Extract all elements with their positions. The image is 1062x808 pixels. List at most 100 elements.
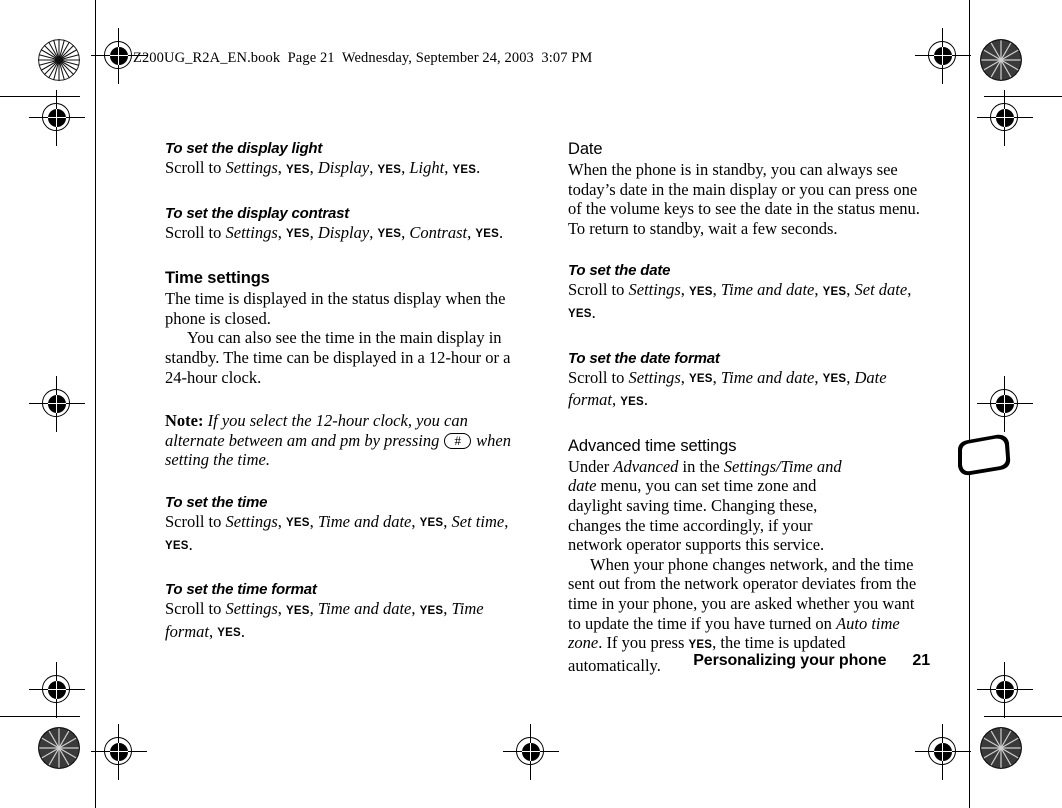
key-yes: YES <box>286 604 310 617</box>
registration-cross-upper-left-margin <box>29 90 85 146</box>
heading-to-set-display-contrast: To set the display contrast <box>165 204 350 222</box>
book-file-header: Z200UG_R2A_EN.book Page 21 Wednesday, Se… <box>133 50 593 66</box>
key-yes: YES <box>688 638 713 651</box>
two-column-body: To set the display light Scroll to Setti… <box>165 140 930 675</box>
heading-to-set-the-date-format: To set the date format <box>568 349 720 367</box>
key-yes: YES <box>475 228 499 241</box>
text-if-you-press: . If you press <box>598 633 689 653</box>
sep: , <box>680 367 689 387</box>
sep: , <box>712 280 721 300</box>
registration-cross-lower-right-margin <box>977 662 1033 718</box>
note-text-before-key: If you select the 12-hour clock, you can… <box>165 411 468 450</box>
menu-settings: Settings <box>225 222 278 242</box>
sep: , <box>411 599 420 619</box>
text-under: Under <box>568 456 614 476</box>
menu-advanced: Advanced <box>613 456 679 476</box>
scroll-label: Scroll to <box>165 599 226 619</box>
registration-star-top-right <box>980 39 1022 81</box>
key-yes: YES <box>568 308 592 321</box>
menu-set-time: Set time <box>451 511 505 531</box>
sep: , <box>504 511 509 531</box>
period: . <box>240 621 246 641</box>
starburst-icon <box>38 39 80 81</box>
sep: , <box>309 222 318 242</box>
menu-time-and-date: Time and date <box>720 367 815 387</box>
sep: , <box>277 222 286 242</box>
heading-to-set-the-date: To set the date <box>568 262 671 280</box>
sep: , <box>814 367 823 387</box>
key-yes: YES <box>419 517 444 530</box>
key-yes: YES <box>377 228 402 241</box>
paragraph-advanced-1: Under Advanced in the Settings/Time and … <box>568 457 868 555</box>
registration-star-bottom-left <box>38 727 80 769</box>
menu-light: Light <box>409 158 445 177</box>
sep: , <box>411 511 420 531</box>
scroll-label: Scroll to <box>165 222 226 242</box>
right-column: Date When the phone is in standby, you c… <box>568 140 930 675</box>
text-in-the: in the <box>678 456 724 476</box>
key-yes: YES <box>689 373 713 386</box>
key-yes: YES <box>286 517 310 530</box>
period: . <box>499 222 504 242</box>
period: . <box>476 158 481 177</box>
key-yes: YES <box>620 395 644 408</box>
sep: , <box>846 367 855 387</box>
menu-settings: Settings <box>628 367 681 387</box>
paragraph-time-settings-2: You can also see the time in the main di… <box>165 328 511 387</box>
starburst-icon <box>38 727 80 769</box>
sep: , <box>907 280 912 300</box>
sep: , <box>680 280 689 300</box>
sep: , <box>443 599 452 619</box>
page-footer: Personalizing your phone 21 <box>95 652 930 670</box>
menu-time-and-date: Time and date <box>317 511 412 531</box>
period: . <box>188 534 193 554</box>
key-yes: YES <box>217 627 241 640</box>
paragraph-time-settings-1: The time is displayed in the status disp… <box>165 289 506 328</box>
sep: , <box>309 599 318 619</box>
starburst-icon <box>980 727 1022 769</box>
heading-date: Date <box>568 140 603 158</box>
sep: , <box>277 599 286 619</box>
menu-time-and-date: Time and date <box>317 599 412 619</box>
period: . <box>643 390 649 410</box>
registration-star-top-left <box>38 39 80 81</box>
sep: , <box>712 367 721 387</box>
scroll-label: Scroll to <box>568 367 629 387</box>
scroll-label: Scroll to <box>568 280 629 300</box>
key-yes: YES <box>286 163 310 176</box>
page-number: 21 <box>912 652 930 669</box>
menu-time-and-date: Time and date <box>720 280 815 300</box>
period: . <box>591 302 596 322</box>
heading-to-set-display-light: To set the display light <box>165 140 323 157</box>
menu-settings: Settings <box>225 599 278 619</box>
scroll-label: Scroll to <box>165 158 226 177</box>
sep: , <box>277 158 286 177</box>
paragraph-date: When the phone is in standby, you can al… <box>568 160 920 238</box>
hash-key-icon: # <box>444 432 471 449</box>
sep: , <box>846 280 855 300</box>
menu-settings: Settings <box>628 280 681 300</box>
phone-closed-icon <box>950 432 1014 484</box>
key-yes: YES <box>286 228 310 241</box>
footer-chapter-title: Personalizing your phone <box>693 652 887 669</box>
steps-display-light: Scroll to Settings, YES, Display, YES, L… <box>165 158 527 181</box>
steps-set-time: Scroll to Settings, YES, Time and date, … <box>165 512 527 557</box>
heading-to-set-the-time: To set the time <box>165 493 268 511</box>
left-column: To set the display light Scroll to Setti… <box>165 140 527 675</box>
manual-page: Z200UG_R2A_EN.book Page 21 Wednesday, Se… <box>95 0 1011 808</box>
registration-cross-right-middle <box>977 376 1033 432</box>
menu-contrast: Contrast <box>409 222 468 242</box>
key-yes: YES <box>822 373 847 386</box>
menu-settings: Settings <box>225 511 278 531</box>
sep: , <box>309 511 318 531</box>
menu-set-date: Set date <box>854 280 908 300</box>
menu-display: Display <box>317 222 370 242</box>
phone-closed-glyph <box>958 434 1011 476</box>
steps-display-contrast: Scroll to Settings, YES, Display, YES, C… <box>165 223 527 246</box>
